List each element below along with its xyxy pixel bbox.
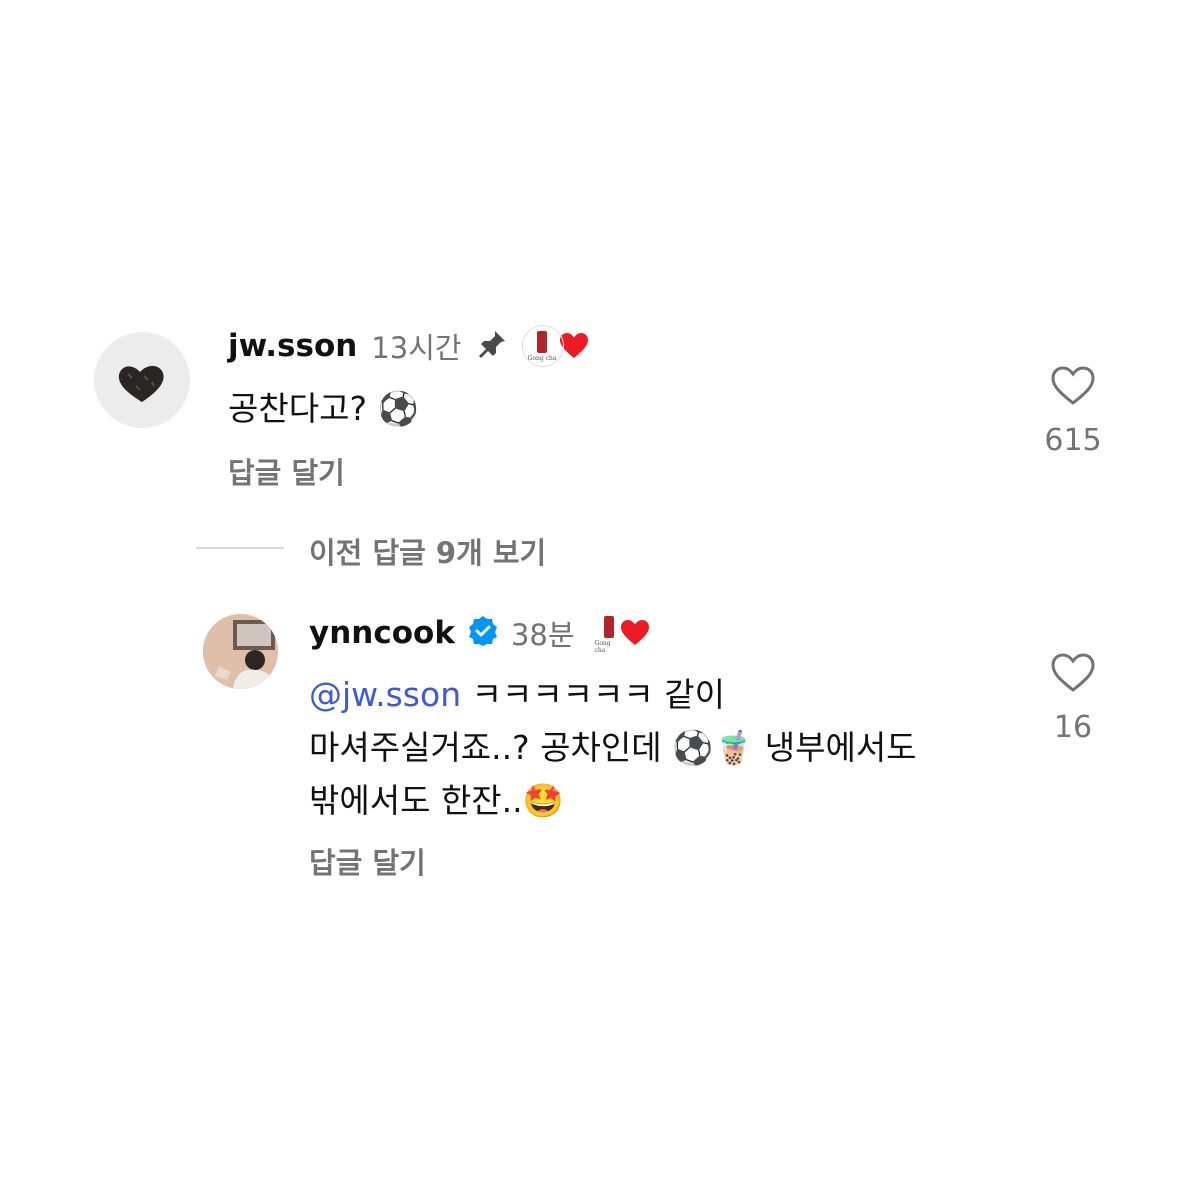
- reply-button[interactable]: 답글 달기: [309, 840, 426, 882]
- comment-line-3: 밖에서도 한잔..🤩: [309, 781, 564, 820]
- like-count: 615: [1044, 423, 1102, 458]
- reply-button[interactable]: 답글 달기: [228, 450, 345, 492]
- comment-line-2: 마셔주실거죠..? 공차인데 ⚽🧋 냉부에서도: [309, 728, 917, 767]
- heart-filled-icon: [620, 620, 649, 645]
- heart-avatar-image: [118, 365, 164, 402]
- profile-photo-image: [203, 614, 278, 689]
- timestamp: 13시간: [371, 331, 462, 365]
- username[interactable]: jw.sson: [228, 328, 357, 364]
- timestamp: 38분: [510, 618, 575, 652]
- creator-liked-badge: Gong cha: [593, 614, 651, 654]
- comment-header: jw.sson 13시간 Gong cha: [228, 325, 590, 367]
- comment-text: @jw.sson ㅋㅋㅋㅋㅋㅋ 같이 마셔주실거죠..? 공차인데 ⚽🧋 냉부에…: [309, 668, 1029, 827]
- gongcha-logo-icon: Gong cha: [521, 325, 564, 367]
- pin-icon: [476, 328, 508, 364]
- verified-badge-icon: [467, 615, 499, 651]
- comment-text: 공찬다고? ⚽: [228, 389, 419, 428]
- gongcha-logo-icon: Gong cha: [593, 614, 623, 654]
- comment-line-1: @jw.sson ㅋㅋㅋㅋㅋㅋ 같이: [309, 668, 1029, 721]
- view-previous-replies-button[interactable]: 이전 답글 9개 보기: [309, 530, 546, 572]
- heart-outline-icon[interactable]: [1050, 365, 1096, 407]
- avatar-jw-sson[interactable]: [94, 332, 190, 428]
- avatar-ynncook[interactable]: [203, 614, 278, 689]
- replies-divider: [196, 547, 284, 549]
- creator-liked-badge: Gong cha: [521, 325, 590, 367]
- heart-outline-icon[interactable]: [1050, 652, 1096, 694]
- like-button[interactable]: [1050, 652, 1096, 698]
- comment-header: ynncook 38분 Gong cha: [309, 612, 651, 654]
- username[interactable]: ynncook: [309, 615, 455, 651]
- like-count: 16: [1053, 710, 1093, 745]
- comment-text-segment: ㅋㅋㅋㅋㅋㅋ 같이: [461, 675, 725, 714]
- like-button[interactable]: [1050, 365, 1096, 411]
- mention-link[interactable]: @jw.sson: [309, 675, 461, 714]
